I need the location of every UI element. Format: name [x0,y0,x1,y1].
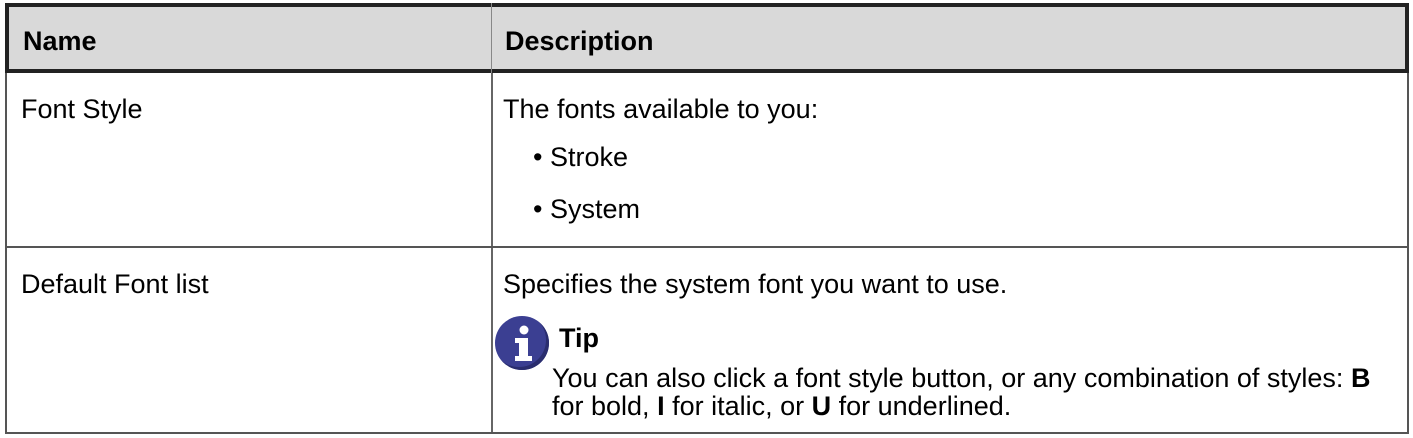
table-row: Font Style The fonts available to you: •… [5,73,1409,248]
table-row: Default Font list Specifies the system f… [5,248,1409,434]
tip-text: You can also click a font style button, … [552,363,1371,421]
properties-table: Name Description Font Style The fonts av… [5,3,1409,434]
list-item: • System [533,194,640,224]
row-name-font-style: Font Style [21,94,143,124]
row-description: Specifies the system font you want to us… [503,269,1008,299]
header-description: Description [505,26,654,56]
column-divider [491,73,493,246]
row-name-default-font-list: Default Font list [21,269,209,299]
list-item: • Stroke [533,142,629,172]
info-icon [495,316,549,370]
column-divider [491,248,493,432]
column-divider [491,3,492,73]
table-header-row: Name Description [5,3,1409,73]
tip-title: Tip [559,323,599,353]
header-name: Name [23,26,97,56]
row-description: The fonts available to you: [503,94,819,124]
